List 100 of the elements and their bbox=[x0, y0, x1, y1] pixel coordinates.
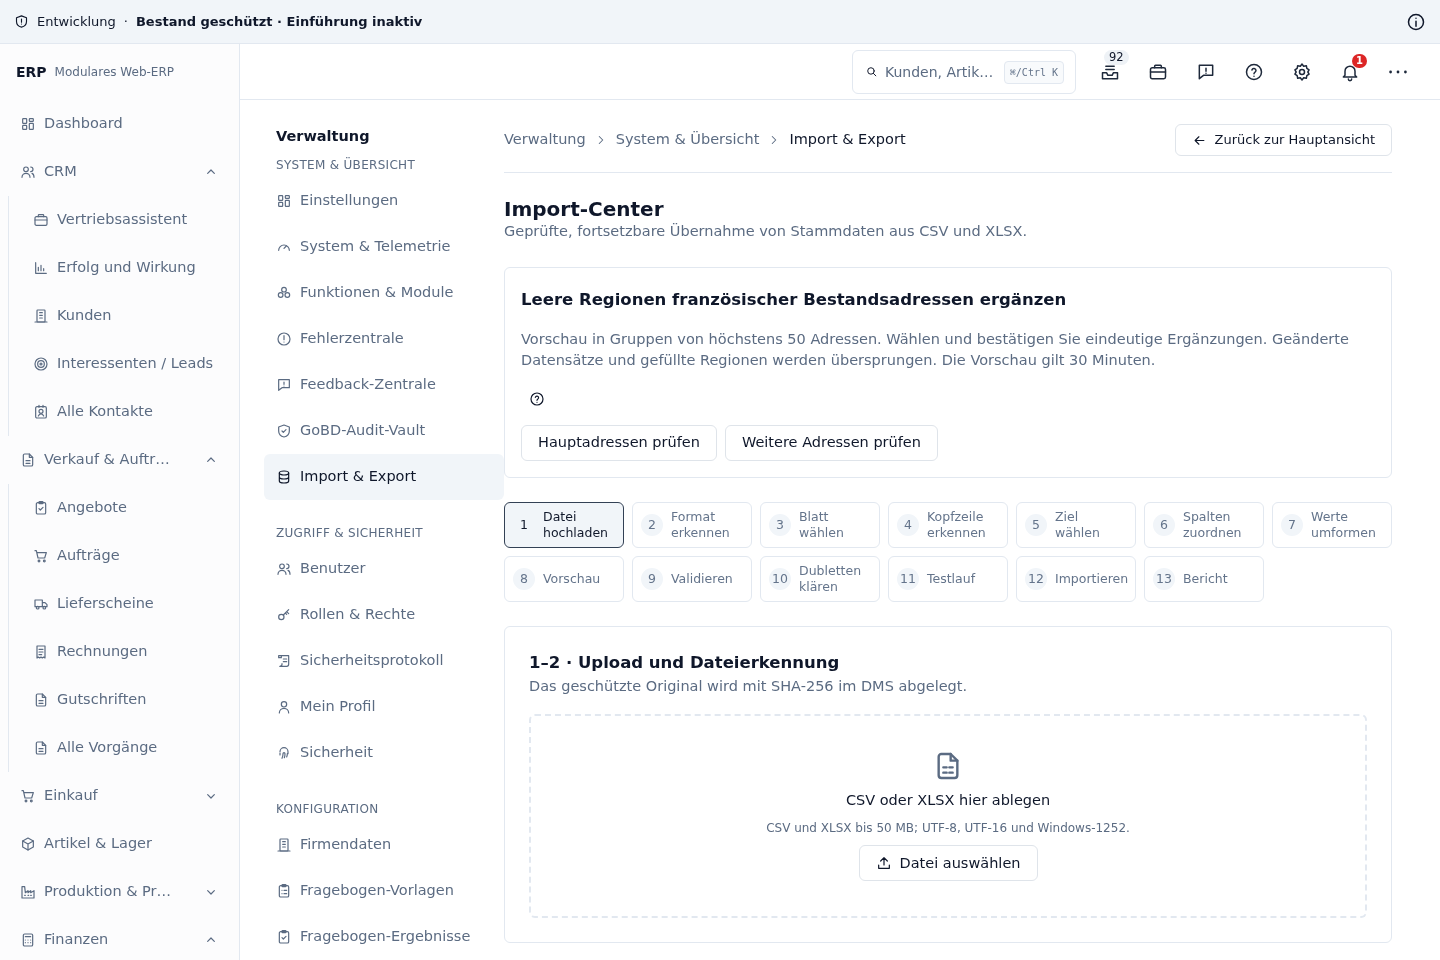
sidebar-item[interactable]: Interessenten / Leads bbox=[9, 340, 239, 388]
step-tab[interactable]: 7 Werte umformen bbox=[1272, 502, 1392, 548]
cart-icon bbox=[33, 548, 49, 564]
page-title: Import-Center bbox=[504, 197, 665, 221]
notifications-button[interactable]: 1 bbox=[1326, 49, 1374, 94]
page-subtitle: Geprüfte, fortsetzbare Übernahme von Stammdaten aus CSV und XLSX. bbox=[504, 222, 1029, 241]
sidebar-item[interactable]: Vertriebsassistent bbox=[9, 196, 239, 244]
count-badge: 92 bbox=[1104, 49, 1129, 65]
drop-zone[interactable]: CSV oder XLSX hier ablegen CSV und XLSX bis 50 MB; UTF-8, UTF-16 und Windows-1252. Datei auswählen bbox=[529, 713, 1367, 918]
sidebar-item[interactable]: Gutschriften bbox=[9, 676, 239, 724]
sidebar-item[interactable]: Rechnungen bbox=[9, 628, 239, 676]
search-icon bbox=[865, 64, 878, 78]
users-icon bbox=[20, 164, 36, 180]
shield-check-icon bbox=[276, 422, 292, 439]
document-icon bbox=[33, 740, 49, 756]
upload-title: 1–2 · Upload und Dateierkennung bbox=[529, 652, 841, 674]
step-tab[interactable]: 6 Spalten zuordnen bbox=[1144, 502, 1264, 548]
subnav-item[interactable]: Einstellungen bbox=[264, 177, 504, 224]
step-tab[interactable]: 4 Kopfzeile erkennen bbox=[888, 502, 1008, 548]
subnav-item[interactable]: Sicherheit bbox=[264, 729, 504, 776]
bar-chart-icon bbox=[33, 260, 49, 276]
receipt-icon bbox=[33, 644, 49, 660]
subnav-item[interactable]: Fragebogen-Ergebnisse bbox=[264, 913, 504, 960]
subnav-item[interactable]: Mein Profil bbox=[264, 683, 504, 730]
back-button[interactable]: Zurück zur Hauptansicht bbox=[1174, 124, 1392, 156]
scroll-icon bbox=[276, 652, 292, 669]
help-icon bbox=[1244, 61, 1264, 82]
subnav-item[interactable]: Rollen & Rechte bbox=[264, 591, 504, 638]
sidebar-item[interactable]: Angebote bbox=[9, 484, 239, 532]
more-icon bbox=[1389, 69, 1407, 74]
sidebar-item[interactable]: Alle Kontakte bbox=[9, 388, 239, 436]
step-tab[interactable]: 3 Blatt wählen bbox=[760, 502, 880, 548]
database-icon bbox=[276, 468, 292, 485]
alert-icon bbox=[276, 330, 292, 347]
breadcrumb-link[interactable]: Verwaltung bbox=[504, 129, 586, 151]
step-tab[interactable]: 11 Testlauf bbox=[888, 556, 1008, 602]
sidebar-item[interactable]: CRM bbox=[0, 148, 239, 196]
grid-icon bbox=[276, 192, 292, 209]
sidebar-item[interactable]: Aufträge bbox=[9, 532, 239, 580]
inbox-button[interactable]: 92 bbox=[1086, 49, 1134, 94]
building-icon bbox=[33, 308, 49, 324]
help-icon bbox=[529, 391, 545, 407]
step-tab[interactable]: 9 Validieren bbox=[632, 556, 752, 602]
section-heading: KONFIGURATION bbox=[275, 800, 380, 818]
step-tab[interactable]: 12 Importieren bbox=[1016, 556, 1136, 602]
briefcase-icon bbox=[33, 212, 49, 228]
upload-icon bbox=[875, 855, 892, 872]
settings-icon bbox=[1292, 61, 1312, 82]
drop-title: CSV oder XLSX hier ablegen bbox=[845, 790, 1051, 810]
step-tab[interactable]: 2 Format erkennen bbox=[632, 502, 752, 548]
sidebar-item[interactable]: Finanzen bbox=[0, 916, 239, 960]
subnav-item[interactable]: Sicherheitsprotokoll bbox=[264, 637, 504, 684]
brand-name: ERP bbox=[16, 62, 47, 82]
grid-icon bbox=[20, 116, 36, 132]
key-icon bbox=[276, 606, 292, 623]
subnav-item[interactable]: Fehlerzentrale bbox=[264, 315, 504, 362]
drop-hint: CSV und XLSX bis 50 MB; UTF-8, UTF-16 und Windows-1252. bbox=[766, 820, 1130, 838]
target-icon bbox=[33, 356, 49, 372]
select-file-button[interactable]: Datei auswählen bbox=[858, 845, 1038, 882]
document-icon bbox=[33, 692, 49, 708]
step-tab[interactable]: 13 Bericht bbox=[1144, 556, 1264, 602]
document-icon bbox=[20, 452, 36, 468]
notice-text: Vorschau in Gruppen von höchstens 50 Adressen. Wählen und bestätigen Sie eindeutige Ergänzungen. Geänderte Datensätze und gefüllte Regionen werden übersprungen. Die Vorschau gilt 30 Minuten. bbox=[521, 329, 1350, 371]
subnav-item[interactable]: Benutzer bbox=[264, 545, 504, 592]
subnav-item[interactable]: Import & Export bbox=[264, 453, 504, 500]
sidebar-item[interactable]: Alle Vorgänge bbox=[9, 724, 239, 772]
check-button[interactable]: Hauptadressen prüfen bbox=[521, 425, 717, 461]
subnav-item[interactable]: System & Telemetrie bbox=[264, 223, 504, 270]
sidebar-item[interactable]: Erfolg und Wirkung bbox=[9, 244, 239, 292]
sidebar-item[interactable]: Artikel & Lager bbox=[0, 820, 239, 868]
sidebar-item[interactable]: Dashboard bbox=[0, 100, 239, 148]
clipboard-check-icon bbox=[276, 928, 292, 945]
fingerprint-icon bbox=[276, 744, 292, 761]
sidebar-item[interactable]: Lieferscheine bbox=[9, 580, 239, 628]
step-tab[interactable]: 8 Vorschau bbox=[504, 556, 624, 602]
step-tab[interactable]: 1 Datei hochladen bbox=[504, 502, 624, 548]
calculator-icon bbox=[20, 932, 36, 948]
status-text: Bestand geschützt · Einführung inaktiv bbox=[135, 12, 423, 31]
breadcrumb-link[interactable]: System & Übersicht bbox=[615, 129, 760, 151]
step-tab[interactable]: 5 Ziel wählen bbox=[1016, 502, 1136, 548]
sidebar-item[interactable]: Einkauf bbox=[0, 772, 239, 820]
subnav-item[interactable]: Firmendaten bbox=[264, 821, 504, 868]
truck-icon bbox=[33, 596, 49, 612]
breadcrumb-link[interactable]: Import & Export bbox=[789, 129, 906, 151]
subnav-item[interactable]: Fragebogen-Vorlagen bbox=[264, 867, 504, 914]
sidebar-item[interactable]: Produktion & Pr… bbox=[0, 868, 239, 916]
sidebar-item[interactable]: Verkauf & Auftr… bbox=[0, 436, 239, 484]
box-icon bbox=[20, 836, 36, 852]
environment-label: Entwicklung bbox=[37, 12, 116, 31]
subnav-item[interactable]: GoBD-Audit-Vault bbox=[264, 407, 504, 454]
subnav-item[interactable]: Feedback-Zentrale bbox=[264, 361, 504, 408]
info-icon bbox=[1406, 11, 1426, 32]
clipboard-list-icon bbox=[276, 882, 292, 899]
clipboard-check-icon bbox=[33, 500, 49, 516]
contact-card-icon bbox=[33, 404, 49, 420]
shield-alert-icon bbox=[14, 14, 29, 29]
cart-icon bbox=[20, 788, 36, 804]
subnav-item[interactable]: Funktionen & Module bbox=[264, 269, 504, 316]
check-button[interactable]: Weitere Adressen prüfen bbox=[724, 425, 938, 461]
sidebar-item[interactable]: Kunden bbox=[9, 292, 239, 340]
